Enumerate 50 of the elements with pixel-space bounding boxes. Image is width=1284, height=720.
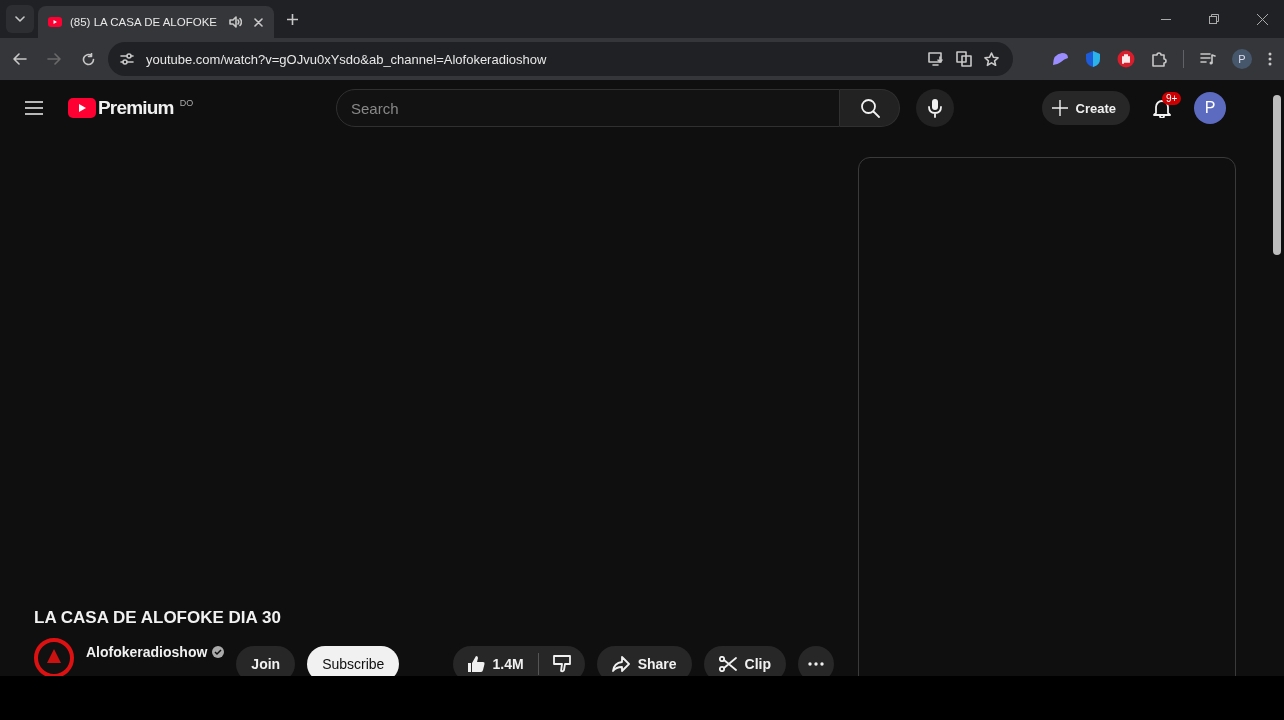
- share-button[interactable]: Share: [596, 646, 692, 676]
- search-button[interactable]: [840, 89, 900, 127]
- arrow-left-icon: [13, 53, 27, 65]
- plus-icon: [286, 13, 298, 25]
- translate-icon[interactable]: [956, 51, 972, 67]
- avatar-button[interactable]: P: [1194, 92, 1226, 124]
- subscribe-button[interactable]: Subscribe: [307, 646, 400, 676]
- chevron-down-icon: [15, 16, 25, 22]
- speaker-icon: [229, 16, 242, 28]
- menu-icon: [25, 101, 43, 115]
- url-text: youtube.com/watch?v=gOJvu0xYsdo&ab_channel=Alofokeradioshow: [146, 51, 547, 67]
- plus-icon: [1051, 100, 1068, 116]
- profile-button[interactable]: P: [1232, 49, 1252, 69]
- tab-title: (85) LA CASA DE ALOFOKE: [70, 16, 218, 28]
- thumbs-down-icon: [552, 655, 571, 673]
- channel-name[interactable]: Alofokeradioshow: [86, 644, 208, 660]
- browser-tab[interactable]: (85) LA CASA DE ALOFOKE: [38, 6, 274, 38]
- thumbs-up-icon: [466, 655, 485, 673]
- playlist-icon[interactable]: [1200, 52, 1216, 66]
- more-actions-button[interactable]: [798, 646, 834, 676]
- search-field[interactable]: Search: [336, 89, 840, 127]
- install-icon[interactable]: [928, 52, 944, 66]
- video-title: LA CASA DE ALOFOKE DIA 30: [34, 607, 282, 629]
- menu-dots-icon[interactable]: [1268, 52, 1272, 66]
- logo-link[interactable]: Premium DO: [68, 98, 194, 118]
- video-play-icon: [48, 17, 62, 27]
- arrow-right-icon: [47, 53, 61, 65]
- microphone-icon: [928, 98, 942, 118]
- voice-search-button[interactable]: [916, 89, 954, 127]
- more-icon: [808, 662, 824, 666]
- scissors-icon: [718, 656, 737, 672]
- close-icon: [253, 17, 263, 27]
- channel-avatar-icon[interactable]: [34, 638, 74, 676]
- play-logo-icon: [68, 98, 96, 118]
- clip-button[interactable]: Clip: [703, 646, 786, 676]
- close-icon: [1256, 13, 1268, 25]
- reload-icon: [81, 52, 95, 66]
- minimize-icon: [1161, 18, 1171, 20]
- tab-list-button[interactable]: [6, 5, 34, 33]
- share-arrow-icon: [611, 656, 630, 672]
- restore-icon: [1209, 14, 1219, 24]
- shield-icon[interactable]: [1085, 50, 1101, 68]
- search-icon: [859, 98, 880, 118]
- star-icon[interactable]: [984, 51, 999, 67]
- create-button[interactable]: Create: [1041, 91, 1130, 125]
- notification-count: 9+: [1162, 92, 1182, 105]
- sliders-icon: [120, 53, 134, 65]
- address-bar[interactable]: youtube.com/watch?v=gOJvu0xYsdo&ab_channel=Alofokeradioshow: [108, 42, 1013, 76]
- puzzle-icon[interactable]: [1151, 51, 1167, 67]
- join-button[interactable]: Join: [236, 646, 296, 676]
